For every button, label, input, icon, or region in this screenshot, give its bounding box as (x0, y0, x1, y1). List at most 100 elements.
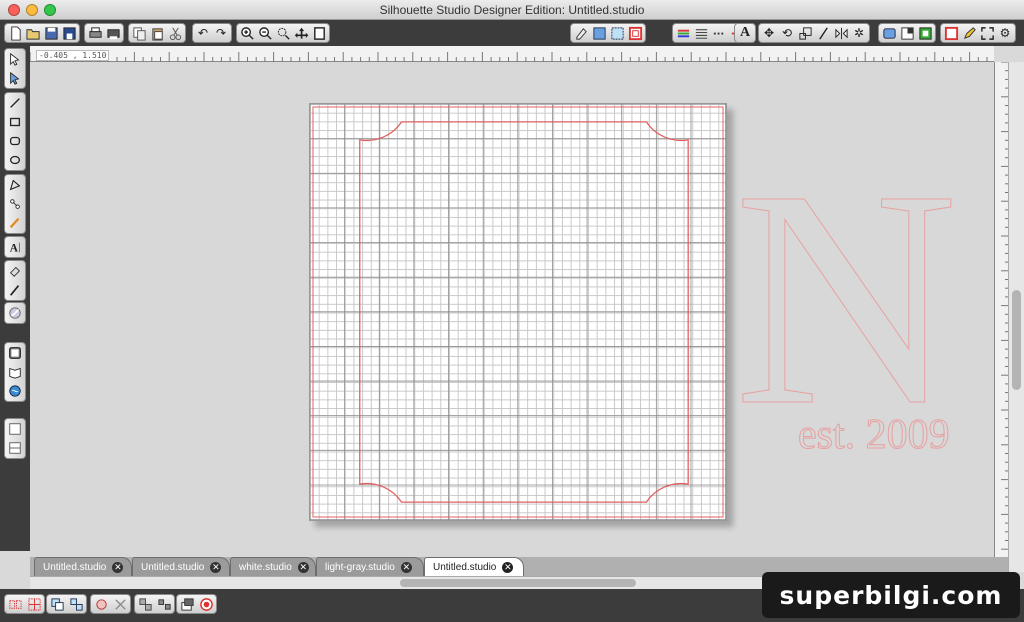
tab-untitled-2[interactable]: Untitled.studio ✕ (132, 557, 230, 576)
undo-icon[interactable]: ↶ (195, 25, 211, 41)
store-icon[interactable] (899, 25, 915, 41)
tab-white[interactable]: white.studio ✕ (230, 557, 316, 576)
ungroup-icon[interactable] (68, 596, 84, 612)
design-canvas[interactable]: N est. 2009 (30, 62, 994, 557)
line-color-icon[interactable] (675, 25, 691, 41)
new-icon[interactable] (7, 25, 23, 41)
ellipse-tool-icon[interactable] (6, 152, 24, 168)
horizontal-scroll-thumb[interactable] (400, 579, 636, 587)
mirror-icon[interactable] (833, 25, 849, 41)
duplicate-icon[interactable] (26, 596, 42, 612)
panel-bottom-icon[interactable] (6, 440, 24, 456)
main-toolbar: ↶ ↷ A ✥ ⟲ ✲ ⚙ (0, 20, 1024, 46)
fit-page-icon[interactable] (311, 25, 327, 41)
layers-icon[interactable] (179, 596, 195, 612)
trace-icon[interactable]: ✲ (851, 25, 867, 41)
cutting-mat[interactable] (309, 103, 727, 521)
cut-style-icon[interactable] (627, 25, 643, 41)
compound-group (90, 594, 131, 614)
vertical-ruler (994, 62, 1009, 572)
shear-icon[interactable] (815, 25, 831, 41)
open-icon[interactable] (25, 25, 41, 41)
cut-icon[interactable] (198, 596, 214, 612)
zoom-out-icon[interactable] (257, 25, 273, 41)
online-store-icon[interactable] (6, 383, 24, 399)
tab-label: white.studio (239, 561, 292, 573)
fullscreen-icon[interactable] (979, 25, 995, 41)
move-icon[interactable]: ✥ (761, 25, 777, 41)
paste-icon[interactable] (149, 25, 165, 41)
replicate-icon[interactable] (7, 596, 23, 612)
file-group (4, 23, 80, 43)
grid-icon[interactable] (591, 25, 607, 41)
knife-tool-icon[interactable] (6, 282, 24, 298)
compound-icon[interactable] (93, 596, 109, 612)
send-icon[interactable] (917, 25, 933, 41)
library-group (878, 23, 936, 43)
settings-icon[interactable]: ⚙ (997, 25, 1013, 41)
tab-untitled-1[interactable]: Untitled.studio ✕ (34, 557, 132, 576)
panel-tools (4, 342, 26, 402)
close-icon[interactable]: ✕ (400, 561, 412, 573)
scale-icon[interactable] (797, 25, 813, 41)
distribute-icon[interactable] (156, 596, 172, 612)
redo-icon[interactable]: ↷ (213, 25, 229, 41)
close-icon[interactable]: ✕ (502, 561, 514, 573)
point-edit-icon[interactable] (6, 70, 24, 86)
line-style-icon[interactable] (693, 25, 709, 41)
library-icon[interactable] (881, 25, 897, 41)
vertical-scroll-thumb[interactable] (1012, 290, 1021, 390)
release-icon[interactable] (112, 596, 128, 612)
cut-print-icon[interactable] (105, 25, 121, 41)
design-icon[interactable] (943, 25, 959, 41)
vertical-scrollbar[interactable] (1008, 62, 1024, 572)
line-tool-icon[interactable] (6, 95, 24, 111)
fill-icon[interactable] (711, 25, 727, 41)
view-group: ⚙ (940, 23, 1016, 43)
app-window: Silhouette Studio Designer Edition: Unti… (0, 0, 1024, 622)
eraser-tool-icon[interactable] (6, 263, 24, 279)
page-setup-icon[interactable] (573, 25, 589, 41)
group-group (46, 594, 87, 614)
polygon-tool-icon[interactable] (6, 177, 24, 193)
save-library-icon[interactable] (61, 25, 77, 41)
page-icon[interactable] (6, 345, 24, 361)
select-icon[interactable] (6, 51, 24, 67)
tab-label: Untitled.studio (433, 561, 497, 573)
library-panel-icon[interactable] (6, 364, 24, 380)
window-title: Silhouette Studio Designer Edition: Unti… (379, 3, 645, 17)
transform-group: ✥ ⟲ ✲ (758, 23, 870, 43)
draw-tools (4, 174, 26, 234)
tool-palette: A (0, 46, 30, 551)
text-tool-icon[interactable]: A (6, 239, 24, 255)
layout-tools (4, 418, 26, 459)
clipboard-group (128, 23, 186, 43)
tab-label: light-gray.studio (325, 561, 395, 573)
text-group: A (734, 23, 756, 43)
print-icon[interactable] (87, 25, 103, 41)
freehand-tool-icon[interactable] (6, 215, 24, 231)
bezier-tool-icon[interactable] (6, 196, 24, 212)
tab-untitled-active[interactable]: Untitled.studio ✕ (424, 557, 524, 576)
registration-icon[interactable] (609, 25, 625, 41)
close-icon[interactable]: ✕ (297, 561, 309, 573)
close-icon[interactable]: ✕ (112, 561, 124, 573)
close-icon[interactable]: ✕ (210, 561, 222, 573)
pen-icon[interactable] (961, 25, 977, 41)
tab-label: Untitled.studio (141, 561, 205, 573)
brush-tool-icon[interactable] (6, 305, 24, 321)
rectangle-tool-icon[interactable] (6, 114, 24, 130)
tab-light-gray[interactable]: light-gray.studio ✕ (316, 557, 424, 576)
align-icon[interactable] (137, 596, 153, 612)
zoom-in-icon[interactable] (239, 25, 255, 41)
panel-top-icon[interactable] (6, 421, 24, 437)
rotate-icon[interactable]: ⟲ (779, 25, 795, 41)
save-icon[interactable] (43, 25, 59, 41)
copy-icon[interactable] (131, 25, 147, 41)
scissors-icon[interactable] (167, 25, 183, 41)
group-icon[interactable] (49, 596, 65, 612)
pan-icon[interactable] (293, 25, 309, 41)
zoom-select-icon[interactable] (275, 25, 291, 41)
text-icon[interactable]: A (737, 25, 753, 41)
rounded-rect-tool-icon[interactable] (6, 133, 24, 149)
